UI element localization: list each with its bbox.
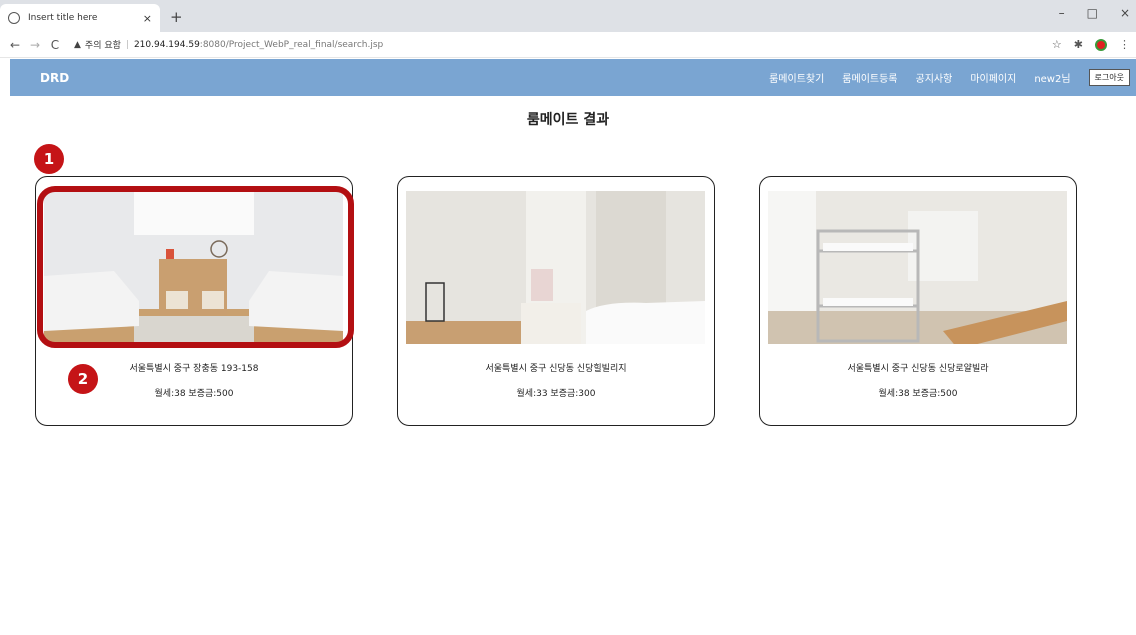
logout-button[interactable]: 로그아웃 bbox=[1088, 69, 1130, 86]
tab-close-button[interactable]: × bbox=[143, 12, 152, 25]
security-warning: 주의 요함 bbox=[84, 41, 121, 51]
reload-icon[interactable]: C bbox=[46, 38, 64, 52]
close-window-button[interactable]: × bbox=[1120, 6, 1130, 20]
url-field[interactable]: ▲ 주의 요함 | 210.94.194.59 :8080/Project_We… bbox=[74, 38, 384, 52]
room-address: 서울특별시 중구 신당동 신당힐빌리지 bbox=[485, 364, 627, 374]
site-navbar: DRD 룸메이트찾기 룸메이트등록 공지사항 마이페이지 new2님 로그아웃 bbox=[10, 59, 1136, 96]
nav-user-name[interactable]: new2님 bbox=[1034, 70, 1070, 85]
tab-title: Insert title here bbox=[28, 13, 98, 23]
profile-icon[interactable] bbox=[1095, 38, 1107, 51]
extension-icon[interactable]: ✱ bbox=[1074, 38, 1083, 51]
window-controls: – □ × bbox=[1059, 6, 1130, 20]
nav-register-roommate[interactable]: 룸메이트등록 bbox=[842, 70, 897, 85]
site-logo[interactable]: DRD bbox=[40, 71, 69, 85]
address-bar: ← → C ▲ 주의 요함 | 210.94.194.59 :8080/Proj… bbox=[0, 32, 1136, 58]
nav-mypage[interactable]: 마이페이지 bbox=[970, 70, 1016, 85]
nav-notice[interactable]: 공지사항 bbox=[916, 70, 953, 85]
room-card[interactable]: 서울특별시 중구 신당동 신당힐빌리지 월세:33 보증금:300 bbox=[397, 176, 715, 426]
room-address: 서울특별시 중구 신당동 신당로얄빌라 bbox=[847, 364, 989, 374]
room-price: 월세:33 보증금:300 bbox=[516, 389, 596, 399]
browser-tab-bar: Insert title here × + – □ × bbox=[0, 0, 1136, 32]
room-price: 월세:38 보증금:500 bbox=[878, 389, 958, 399]
browser-tab[interactable]: Insert title here × bbox=[0, 4, 160, 32]
nav-find-roommate[interactable]: 룸메이트찾기 bbox=[769, 70, 824, 85]
star-icon[interactable]: ☆ bbox=[1052, 38, 1062, 51]
minimize-button[interactable]: – bbox=[1059, 6, 1065, 20]
warning-icon: ▲ bbox=[74, 39, 81, 50]
globe-icon bbox=[8, 12, 20, 24]
url-path: :8080/Project_WebP_real_final/search.jsp bbox=[199, 39, 384, 50]
step-marker-2: 2 bbox=[68, 364, 98, 394]
maximize-button[interactable]: □ bbox=[1087, 6, 1098, 20]
page-title: 룸메이트 결과 bbox=[526, 112, 610, 128]
back-icon[interactable]: ← bbox=[6, 38, 24, 52]
url-host: 210.94.194.59 bbox=[133, 39, 200, 50]
room-photo[interactable] bbox=[44, 191, 343, 344]
forward-icon[interactable]: → bbox=[26, 38, 44, 52]
room-card[interactable]: 서울특별시 중구 신당동 신당로얄빌라 월세:38 보증금:500 bbox=[759, 176, 1077, 426]
new-tab-button[interactable]: + bbox=[170, 8, 183, 26]
menu-icon[interactable]: ⋮ bbox=[1119, 38, 1130, 51]
room-photo[interactable] bbox=[768, 191, 1067, 344]
room-photo[interactable] bbox=[406, 191, 705, 344]
step-marker-1: 1 bbox=[34, 144, 64, 174]
